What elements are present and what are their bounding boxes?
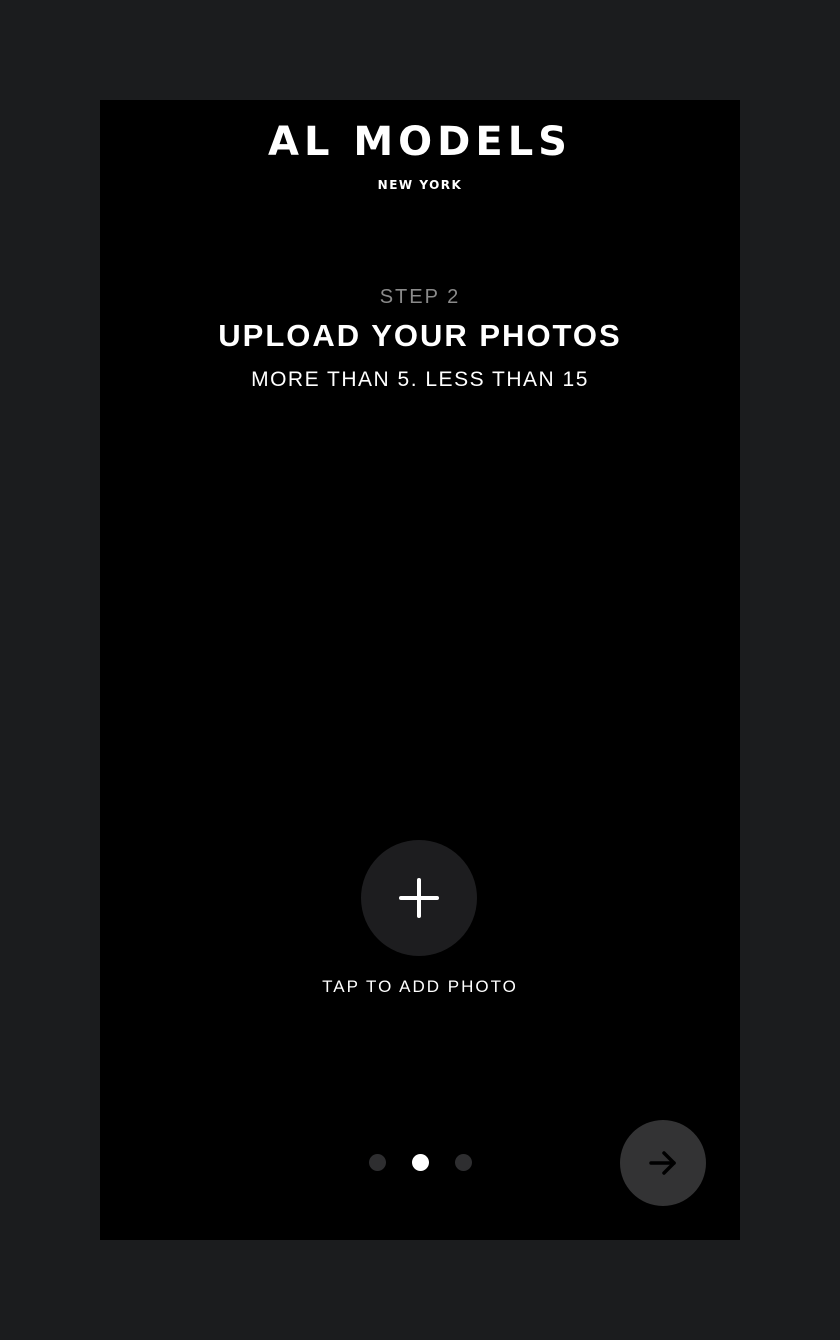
step-title: UPLOAD YOUR PHOTOS <box>218 318 622 353</box>
next-button[interactable] <box>620 1120 706 1206</box>
brand-location: NEW YORK <box>377 178 463 192</box>
page-dot-3[interactable] <box>455 1154 472 1171</box>
brand-name: AL MODELS <box>267 119 572 165</box>
arrow-right-icon <box>649 1151 676 1175</box>
add-photo-label[interactable]: TAP TO ADD PHOTO <box>100 977 740 997</box>
step-subtitle: MORE THAN 5. LESS THAN 15 <box>251 368 589 391</box>
brand-logo: AL MODELS NEW YORK <box>100 120 740 192</box>
page-dot-2[interactable] <box>412 1154 429 1171</box>
add-photo-button[interactable] <box>361 840 477 956</box>
page-dot-1[interactable] <box>369 1154 386 1171</box>
page-indicator <box>369 1154 473 1172</box>
onboarding-screen: AL MODELS NEW YORK STEP 2 UPLOAD YOUR PH… <box>100 100 740 1240</box>
step-label: STEP 2 <box>379 286 461 308</box>
plus-icon <box>399 878 439 918</box>
